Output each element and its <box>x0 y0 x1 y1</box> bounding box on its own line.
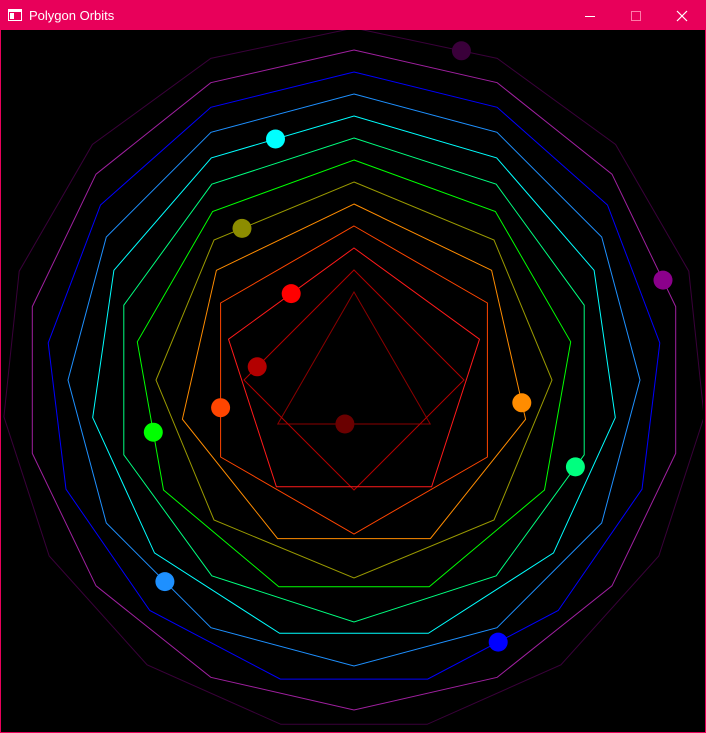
orbit-polygon-4 <box>243 269 465 491</box>
orbit-ball-10 <box>565 457 585 477</box>
orbit-ball-12 <box>155 572 175 592</box>
orbit-ball-5 <box>281 284 301 304</box>
app-window: Polygon Orbits <box>0 0 706 733</box>
orbit-polygon-8 <box>155 181 553 579</box>
maximize-button[interactable] <box>613 1 659 30</box>
orbit-polygon-9 <box>136 159 572 588</box>
orbit-ball-13 <box>488 632 508 652</box>
orbit-ball-6 <box>211 398 231 418</box>
minimize-button[interactable] <box>567 1 613 30</box>
minimize-icon <box>585 15 595 17</box>
orbit-polygon-3 <box>276 290 432 425</box>
orbit-polygon-11 <box>92 115 616 634</box>
orbit-ball-8 <box>232 218 252 238</box>
app-window-icon <box>8 9 22 21</box>
orbit-ball-14 <box>653 270 673 290</box>
orbit-polygon-12 <box>67 93 641 667</box>
orbit-ball-15 <box>451 41 471 61</box>
window-title: Polygon Orbits <box>29 8 115 23</box>
orbit-ball-7 <box>512 393 532 413</box>
orbit-polygon-10 <box>123 137 585 623</box>
orbit-polygon-7 <box>181 203 527 540</box>
orbits-drawing <box>3 30 703 725</box>
close-button[interactable] <box>659 1 705 30</box>
drawing-canvas <box>3 30 703 730</box>
maximize-icon <box>631 10 641 21</box>
orbit-ball-4 <box>247 357 267 377</box>
orbit-ball-9 <box>143 422 163 442</box>
orbit-polygon-14 <box>31 49 677 711</box>
close-icon <box>676 10 688 21</box>
orbit-polygon-13 <box>47 71 661 680</box>
orbit-ball-3 <box>335 414 355 434</box>
title-bar[interactable]: Polygon Orbits <box>1 1 705 30</box>
orbit-polygon-6 <box>220 225 488 535</box>
orbit-polygon-15 <box>3 30 703 725</box>
orbit-ball-11 <box>266 129 285 149</box>
